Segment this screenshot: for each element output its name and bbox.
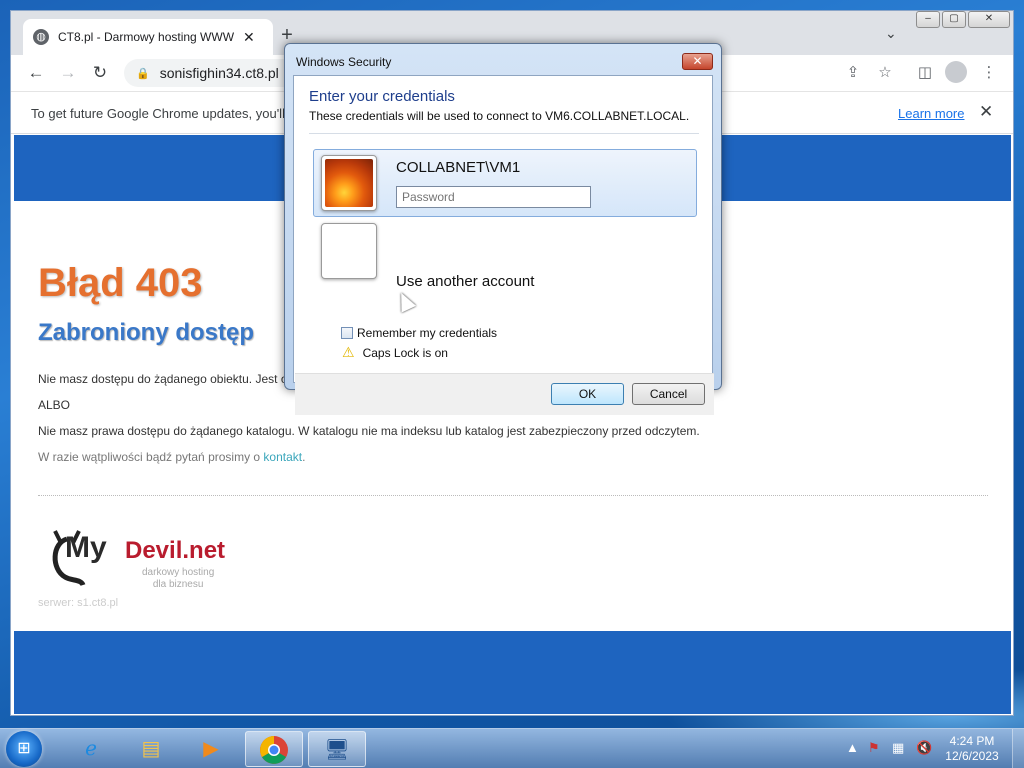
chrome-icon[interactable] [245, 731, 303, 767]
tab-close-icon[interactable]: ✕ [243, 29, 255, 46]
cancel-button[interactable]: Cancel [632, 383, 705, 405]
logo-my-text: My [65, 531, 107, 564]
page-footer-band [14, 631, 1011, 714]
credential-tile-selected[interactable]: COLLABNET\VM1 [313, 149, 697, 217]
content-divider [38, 495, 988, 496]
share-icon[interactable]: ⇪ [841, 61, 865, 85]
maximize-button[interactable]: ▢ [942, 11, 966, 28]
action-center-flag-icon[interactable]: ⚑ [868, 740, 880, 756]
server-label: serwer: s1.ct8.pl [38, 597, 119, 609]
start-button[interactable]: ⊞ [6, 731, 42, 767]
browser-tab[interactable]: ◍ CT8.pl - Darmowy hosting WWW ✕ [23, 19, 273, 55]
contact-link[interactable]: kontakt [263, 450, 302, 464]
side-panel-icon[interactable]: ◫ [913, 61, 937, 85]
close-window-button[interactable]: ✕ [968, 11, 1010, 28]
show-hidden-icons-arrow[interactable]: ▲ [846, 740, 859, 755]
logo-tagline: darkowy hosting dla biznesu [142, 567, 215, 590]
dialog-heading: Enter your credentials [309, 88, 455, 105]
password-input[interactable] [396, 186, 591, 208]
show-desktop-button[interactable] [1012, 729, 1024, 768]
url-text: sonisfighin34.ct8.pl [159, 65, 279, 81]
contact-suffix: . [302, 450, 306, 464]
menu-kebab-icon[interactable]: ⋮ [977, 61, 1001, 85]
windows-security-dialog: Windows Security ✕ Enter your credential… [284, 43, 722, 415]
dialog-body: Enter your credentials These credentials… [293, 75, 714, 415]
learn-more-link[interactable]: Learn more [898, 106, 964, 121]
lock-icon[interactable]: 🔒 [136, 67, 150, 80]
error-paragraph-or: ALBO [38, 398, 71, 412]
blank-user-picture-icon [325, 227, 373, 275]
logo-devil-text: Devil.net [125, 537, 226, 564]
remote-desktop-icon[interactable]: 🖥 [308, 731, 366, 767]
back-arrow-icon[interactable]: ← [24, 61, 48, 85]
flower-picture-icon [325, 159, 373, 207]
remember-label: Remember my credentials [357, 326, 498, 340]
globe-icon: ◍ [33, 29, 49, 45]
clock-date: 12/6/2023 [945, 749, 999, 763]
warning-triangle-icon: ⚠ [342, 344, 355, 360]
minimize-button[interactable]: – [916, 11, 940, 28]
clock-time: 4:24 PM [949, 734, 995, 748]
chrome-logo [260, 736, 288, 764]
error-paragraph-1: Nie masz dostępu do żądanego obiektu. Je… [38, 372, 288, 386]
forward-arrow-icon[interactable]: → [56, 61, 80, 85]
volume-muted-icon[interactable]: 🔇 [916, 740, 932, 756]
caps-lock-warning: ⚠ Caps Lock is on [342, 344, 448, 361]
taskbar: ⊞ ℯ ▤ ▶ 🖥 ▲ ⚑ ▦ 🔇 4:24 PM 12/6/2023 [0, 728, 1024, 768]
internet-explorer-icon[interactable]: ℯ [62, 731, 120, 767]
system-clock[interactable]: 4:24 PM 12/6/2023 [936, 734, 1008, 764]
tab-title: CT8.pl - Darmowy hosting WWW [58, 30, 234, 44]
network-icon[interactable]: ▦ [892, 740, 904, 756]
bookmark-star-icon[interactable]: ☆ [873, 61, 897, 85]
media-player-icon[interactable]: ▶ [182, 731, 240, 767]
remember-checkbox[interactable] [341, 327, 353, 339]
use-another-account[interactable]: Use another account [396, 273, 534, 290]
caps-lock-text: Caps Lock is on [362, 345, 448, 360]
remember-credentials[interactable]: Remember my credentials [341, 326, 497, 340]
profile-avatar-icon[interactable] [945, 61, 967, 83]
dialog-close-button[interactable]: ✕ [682, 53, 713, 70]
error-subtitle: Zabroniony dostęp [38, 319, 254, 346]
file-explorer-icon[interactable]: ▤ [122, 731, 180, 767]
dialog-separator [309, 133, 699, 134]
infobar-close-icon[interactable]: ✕ [979, 102, 993, 122]
user-avatar [321, 155, 377, 211]
mydevil-logo[interactable]: My Devil.net darkowy hosting dla biznesu [47, 516, 247, 596]
credential-username: COLLABNET\VM1 [396, 159, 521, 176]
dialog-description: These credentials will be used to connec… [309, 109, 690, 123]
ok-button[interactable]: OK [551, 383, 624, 405]
window-controls: – ▢ ✕ [916, 11, 1010, 28]
dialog-title: Windows Security [296, 55, 392, 69]
error-paragraph-3: W razie wątpliwości bądź pytań prosimy o… [38, 450, 305, 464]
error-title: Błąd 403 [38, 261, 203, 305]
error-paragraph-2: Nie masz prawa dostępu do żądanego katal… [38, 424, 700, 438]
tab-search-chevron-icon[interactable]: ⌄ [885, 25, 897, 42]
reload-icon[interactable]: ↻ [88, 61, 112, 85]
contact-prefix: W razie wątpliwości bądź pytań prosimy o [38, 450, 264, 464]
infobar-message: To get future Google Chrome updates, you… [31, 106, 285, 121]
other-account-avatar[interactable] [321, 223, 377, 279]
